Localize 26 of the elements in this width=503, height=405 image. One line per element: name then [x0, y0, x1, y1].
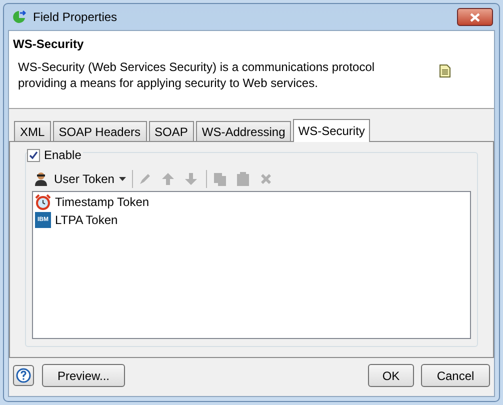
ok-button[interactable]: OK: [368, 364, 414, 387]
document-icon: [439, 64, 451, 78]
user-icon: [34, 171, 48, 187]
caret-icon: [119, 177, 126, 181]
token-label: Timestamp Token: [55, 194, 150, 211]
window-title: Field Properties: [33, 9, 118, 26]
header-description: WS-Security (Web Services Security) is a communications protocol providing a means for applying security to Web services.: [18, 59, 376, 91]
enable-checkbox[interactable]: [27, 148, 40, 162]
preview-button[interactable]: Preview...: [42, 364, 125, 387]
tab[interactable]: WS-Security: [293, 119, 370, 142]
app-icon: [11, 9, 27, 25]
tab[interactable]: XML: [14, 121, 51, 141]
tab[interactable]: WS-Addressing: [196, 121, 292, 141]
alarm-clock-icon: [35, 194, 51, 210]
cancel-button[interactable]: Cancel: [421, 364, 490, 387]
help-button[interactable]: [13, 365, 34, 386]
tab[interactable]: SOAP Headers: [52, 121, 147, 141]
header-title: WS-Security: [13, 36, 85, 53]
help-icon: [16, 368, 31, 383]
token-item[interactable]: Timestamp Token: [33, 193, 470, 211]
token-label: LTPA Token: [55, 212, 118, 229]
close-icon: [470, 12, 480, 22]
user-token-button[interactable]: User Token: [32, 169, 128, 189]
enable-label: Enable: [44, 147, 82, 164]
tab[interactable]: SOAP: [148, 121, 194, 141]
close-button[interactable]: [457, 8, 493, 26]
